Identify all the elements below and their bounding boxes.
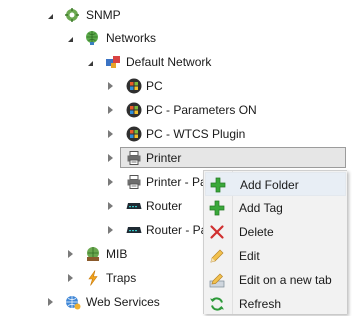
- menu-item-label: Refresh: [239, 297, 282, 311]
- menu-item-label: Add Folder: [240, 178, 299, 192]
- tree-item-pc-parameters[interactable]: PC - Parameters ON: [0, 98, 346, 122]
- pc-windows-icon: [126, 78, 142, 94]
- tree-item-printer[interactable]: Printer: [0, 146, 346, 170]
- pc-windows-icon: [126, 126, 142, 142]
- tree-item-label: Printer: [146, 151, 182, 165]
- cross-icon: [209, 224, 225, 240]
- refresh-icon: [209, 296, 225, 312]
- tree-item-pc[interactable]: PC: [0, 74, 346, 98]
- tree-item-label: Networks: [106, 31, 157, 45]
- expand-arrow-icon[interactable]: [104, 146, 116, 170]
- tree-item-snmp[interactable]: SNMP: [0, 3, 346, 27]
- menu-item-label: Delete: [239, 225, 274, 239]
- tree-item-label: PC - WTCS Plugin: [146, 127, 246, 141]
- expand-arrow-icon[interactable]: [104, 218, 116, 242]
- pencil-icon: [209, 248, 225, 264]
- printer-icon: [126, 174, 142, 190]
- pc-windows-icon: [126, 102, 142, 118]
- tree-item-label: Default Network: [126, 55, 212, 69]
- tree-item-label: PC - Parameters ON: [146, 103, 257, 117]
- tree-item-label: Printer - Pa: [146, 175, 207, 189]
- tree-item-label: Router: [146, 199, 183, 213]
- menu-item-add-tag[interactable]: Add Tag: [205, 196, 346, 220]
- pencil-tab-icon: [209, 272, 225, 288]
- menu-item-edit-new-tab[interactable]: Edit on a new tab: [205, 268, 346, 292]
- context-menu: Add Folder Add Tag Delete Edit Edit on a…: [203, 170, 347, 314]
- plus-icon: [210, 177, 226, 193]
- expand-arrow-icon[interactable]: [104, 194, 116, 218]
- menu-item-delete[interactable]: Delete: [205, 220, 346, 244]
- tree-item-label: Web Services: [86, 295, 160, 309]
- expand-arrow-icon[interactable]: [104, 74, 116, 98]
- snmp-gear-icon: [64, 7, 80, 23]
- expand-arrow-icon[interactable]: [64, 242, 76, 266]
- menu-item-label: Edit on a new tab: [239, 273, 332, 287]
- tree-item-label: Router - Pa: [146, 223, 208, 237]
- expand-arrow-icon[interactable]: [64, 266, 76, 290]
- menu-item-add-folder[interactable]: Add Folder: [205, 172, 346, 196]
- plus-icon: [209, 200, 225, 216]
- menu-item-refresh[interactable]: Refresh: [205, 292, 346, 316]
- collapse-arrow-icon[interactable]: [84, 50, 96, 74]
- tree-item-label: PC: [146, 79, 163, 93]
- expand-arrow-icon[interactable]: [44, 290, 56, 314]
- web-services-icon: [65, 294, 81, 310]
- expand-arrow-icon[interactable]: [104, 170, 116, 194]
- tree-item-label: MIB: [106, 247, 128, 261]
- expand-arrow-icon[interactable]: [104, 122, 116, 146]
- menu-item-edit[interactable]: Edit: [205, 244, 346, 268]
- tree-item-label: SNMP: [86, 8, 121, 22]
- network-globe-icon: [84, 30, 100, 46]
- collapse-arrow-icon[interactable]: [44, 3, 56, 27]
- trap-lightning-icon: [85, 270, 101, 286]
- tree-item-pc-wtcs[interactable]: PC - WTCS Plugin: [0, 122, 346, 146]
- tree-item-networks[interactable]: Networks: [0, 26, 346, 50]
- expand-arrow-icon[interactable]: [104, 98, 116, 122]
- collapse-arrow-icon[interactable]: [64, 26, 76, 50]
- tree-item-default-network[interactable]: Default Network: [0, 50, 346, 74]
- printer-icon: [126, 150, 142, 166]
- router-icon: [126, 222, 142, 238]
- default-network-icon: [105, 54, 121, 70]
- router-icon: [126, 198, 142, 214]
- menu-item-label: Edit: [239, 249, 260, 263]
- menu-item-label: Add Tag: [239, 201, 283, 215]
- tree-item-label: Traps: [106, 271, 137, 285]
- mib-icon: [85, 246, 101, 262]
